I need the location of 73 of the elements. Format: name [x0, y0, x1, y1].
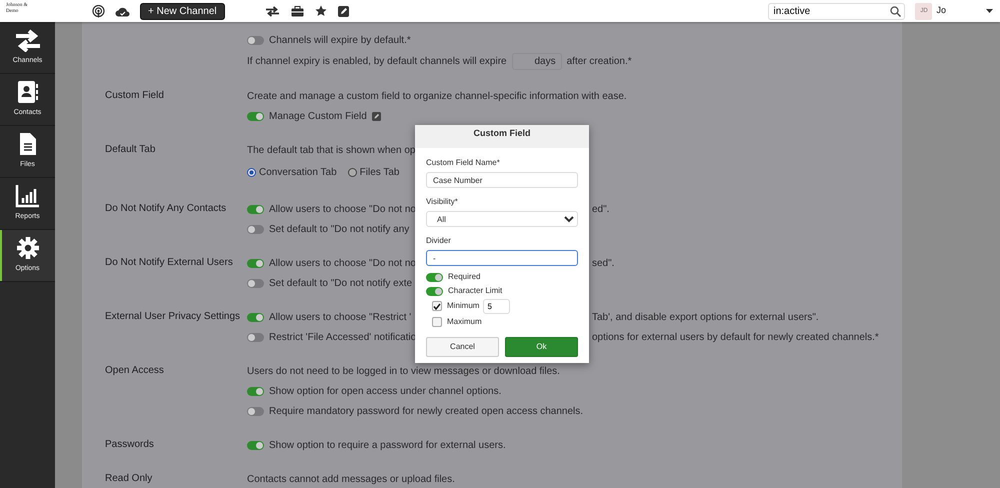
- toggle-switch[interactable]: [247, 312, 264, 322]
- toggle-switch[interactable]: [247, 278, 264, 288]
- cloud-check-icon[interactable]: [115, 6, 130, 16]
- checkbox[interactable]: [432, 301, 442, 311]
- dialog-title: Custom Field: [415, 125, 589, 148]
- days-input[interactable]: days: [512, 52, 562, 70]
- arrows-icon[interactable]: [264, 6, 280, 16]
- field-label: Visibility*: [426, 196, 459, 208]
- setting-label: Passwords: [105, 439, 154, 450]
- user-name[interactable]: Jo: [936, 4, 946, 18]
- toggle-switch[interactable]: [247, 224, 264, 234]
- setting-label: Do Not Notify External Users: [105, 257, 233, 268]
- new-channel-button[interactable]: + New Channel: [140, 2, 225, 20]
- setting-label: Read Only: [105, 473, 152, 484]
- field-label: Custom Field Name*: [426, 157, 501, 169]
- input-field[interactable]: Case Number: [426, 172, 578, 188]
- checkbox[interactable]: [432, 317, 442, 327]
- radio-option[interactable]: Conversation Tab: [247, 165, 337, 180]
- select-field[interactable]: All: [426, 211, 578, 227]
- toggle-switch[interactable]: [426, 286, 443, 296]
- toggle-label: Tab', and disable export options for external users".: [592, 310, 819, 324]
- input-field[interactable]: -: [426, 250, 578, 266]
- toggle-switch[interactable]: [247, 440, 264, 450]
- setting-label: Custom Field: [105, 90, 164, 101]
- toggle-switch[interactable]: [247, 332, 264, 342]
- setting-label: Default Tab: [105, 144, 156, 155]
- toggle-label: ed".: [592, 202, 610, 216]
- toggle-label: Require mandatory password for newly created open access channels.: [269, 404, 584, 418]
- description-text: after creation.*: [566, 54, 632, 68]
- checkbox-label: Minimum: [447, 300, 480, 312]
- edit-icon[interactable]: [338, 6, 349, 16]
- description-text: The default tab that is shown when op: [247, 144, 416, 158]
- field-label: Divider: [426, 235, 452, 247]
- toggle-label: options for external users by default for newly created channels.*: [592, 330, 879, 344]
- briefcase-icon[interactable]: [290, 6, 304, 16]
- search-field[interactable]: in:active: [768, 2, 906, 20]
- toggle-switch[interactable]: [247, 258, 264, 268]
- toggle-label: Restrict 'File Accessed' notificatio: [269, 330, 415, 344]
- toggle-label: Set default to "Do not notify exte: [269, 276, 412, 290]
- toggle-label: Character Limit: [448, 285, 502, 297]
- toggle-label: sed".: [592, 256, 614, 270]
- toggle-switch[interactable]: [247, 204, 264, 214]
- toggle-label: Manage Custom Field: [269, 110, 367, 124]
- bar-chart-icon: [14, 184, 42, 208]
- description-text: If channel expiry is enabled, by default channels will expire: [247, 54, 507, 68]
- broadcast-icon[interactable]: [92, 4, 105, 18]
- description-text: Create and manage a custom field to organize channel-specific information with ease.: [247, 90, 627, 104]
- checkbox-label: Maximum: [447, 316, 482, 328]
- toggle-label: Required: [448, 271, 480, 283]
- cancel-button[interactable]: Cancel: [426, 337, 499, 357]
- number-input[interactable]: 5: [483, 298, 510, 314]
- toggle-label: Show option to require a password for external users.: [269, 438, 506, 452]
- search-icon[interactable]: [890, 6, 902, 16]
- ok-button[interactable]: Ok: [505, 337, 578, 357]
- description-text: Users do not need to be logged in to view messages or download files.: [247, 364, 560, 378]
- setting-label: Open Access: [105, 365, 164, 376]
- toggle-switch[interactable]: [247, 386, 264, 396]
- toggle-label: Channels will expire by default.*: [269, 34, 411, 48]
- caret-icon[interactable]: [986, 9, 993, 13]
- arrows-icon: [14, 28, 42, 52]
- radio-option[interactable]: Files Tab: [348, 165, 400, 180]
- setting-label: External User Privacy Settings: [105, 311, 240, 322]
- toggle-label: Allow users to choose "Restrict ': [269, 310, 412, 324]
- setting-label: Do Not Notify Any Contacts: [105, 203, 226, 214]
- description-text: Contacts cannot add messages or upload files.: [247, 472, 455, 486]
- check-icon: [433, 302, 441, 310]
- toggle-label: Show option for open access under channel options.: [269, 384, 502, 398]
- toggle-switch[interactable]: [247, 406, 264, 416]
- toggle-label: Set default to "Do not notify any: [269, 222, 410, 236]
- toggle-switch[interactable]: [426, 272, 443, 282]
- star-icon[interactable]: [314, 5, 327, 17]
- toggle-switch[interactable]: [247, 112, 264, 120]
- toggle-switch[interactable]: [247, 36, 264, 44]
